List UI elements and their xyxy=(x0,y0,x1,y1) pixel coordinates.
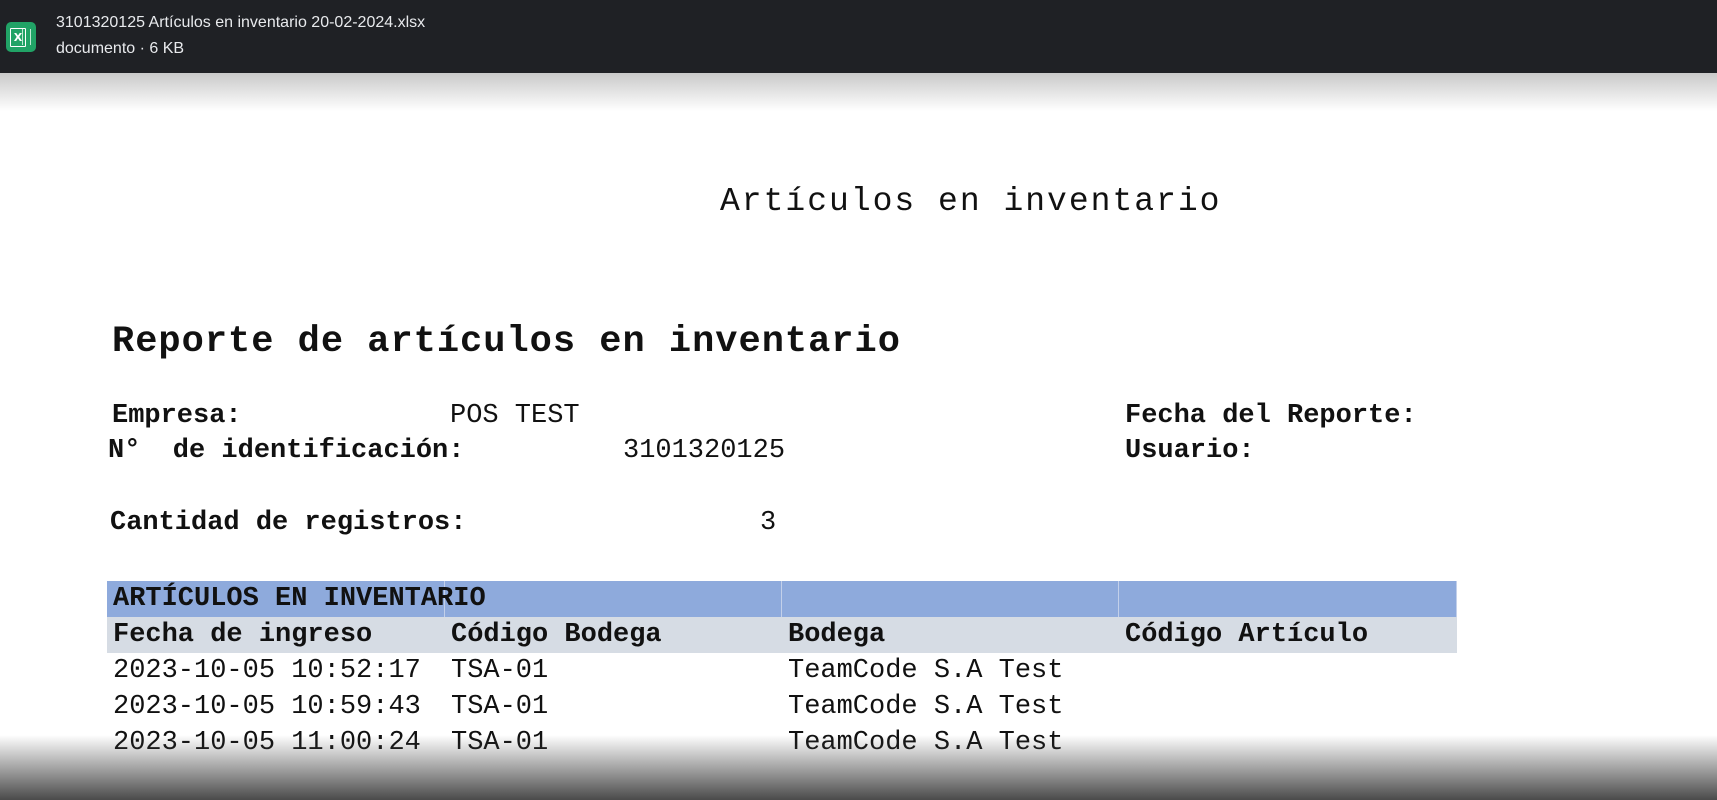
cell-fecha-ingreso: 2023-10-05 10:52:17 xyxy=(113,656,421,686)
cell-fecha-ingreso: 2023-10-05 10:59:43 xyxy=(113,692,421,722)
column-header-bodega: Bodega xyxy=(788,620,886,650)
cell-bodega: TeamCode S.A Test xyxy=(788,692,1064,722)
cell-codigo-articulo xyxy=(1119,653,1457,689)
document-title: Artículos en inventario xyxy=(720,183,1222,220)
cell-bodega: TeamCode S.A Test xyxy=(788,656,1064,686)
empresa-label: Empresa: xyxy=(112,401,242,431)
excel-icon: X xyxy=(6,22,36,52)
section-cell xyxy=(782,581,1119,617)
file-meta: documento · 6 KB xyxy=(56,40,185,57)
cell-codigo-bodega: TSA-01 xyxy=(451,692,549,722)
cell-codigo-bodega: TSA-01 xyxy=(451,656,549,686)
file-name: 3101320125 Artículos en inventario 20-02… xyxy=(56,14,426,31)
column-header-codigo-articulo: Código Artículo xyxy=(1125,620,1369,650)
cell-codigo-articulo xyxy=(1119,689,1457,725)
column-header-codigo-bodega: Código Bodega xyxy=(451,620,662,650)
identificacion-label: N° de identificación: xyxy=(108,436,465,466)
usuario-label: Usuario: xyxy=(1125,436,1255,466)
document-preview[interactable]: Artículos en inventario Reporte de artíc… xyxy=(0,73,1717,800)
table-row: 2023-10-05 10:52:17 TSA-01 TeamCode S.A … xyxy=(107,653,1457,689)
section-cell xyxy=(1119,581,1457,617)
table-section-header: ARTÍCULOS EN INVENTARIO xyxy=(107,581,1457,617)
bottom-shadow xyxy=(0,735,1717,800)
empresa-value: POS TEST xyxy=(450,401,580,431)
section-cell xyxy=(445,581,782,617)
table-row: 2023-10-05 10:59:43 TSA-01 TeamCode S.A … xyxy=(107,689,1457,725)
fecha-reporte-label: Fecha del Reporte: xyxy=(1125,401,1417,431)
report-heading: Reporte de artículos en inventario xyxy=(112,321,901,363)
identificacion-value: 3101320125 xyxy=(623,436,786,466)
section-title: ARTÍCULOS EN INVENTARIO xyxy=(107,581,486,617)
cantidad-registros-label: Cantidad de registros: xyxy=(110,508,467,538)
viewer-top-bar: X 3101320125 Artículos en inventario 20-… xyxy=(0,0,1717,73)
cantidad-registros-value: 3 xyxy=(760,508,777,538)
column-header-fecha-ingreso: Fecha de ingreso xyxy=(113,620,373,650)
table-column-headers: Fecha de ingreso Código Bodega Bodega Có… xyxy=(107,617,1457,653)
